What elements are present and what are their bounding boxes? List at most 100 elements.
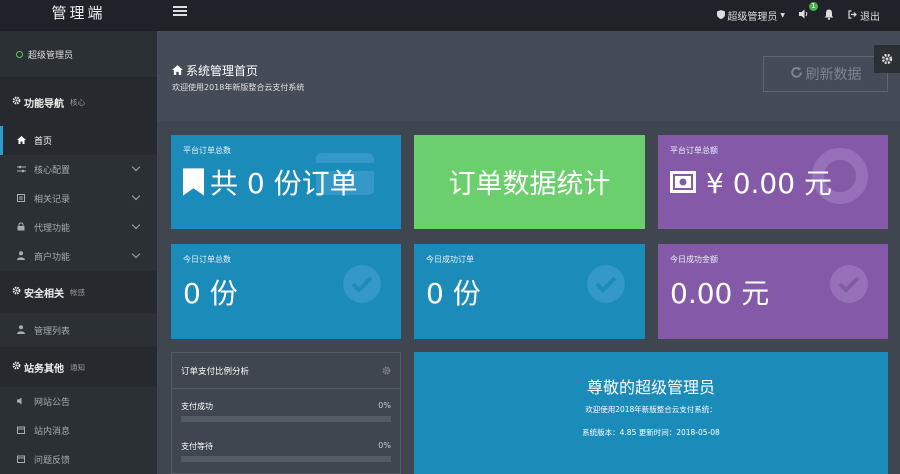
refresh-icon: [790, 66, 803, 83]
progress-label: 支付成功: [181, 402, 213, 411]
card-value: 0.00 元: [670, 277, 770, 310]
home-icon: [172, 64, 183, 78]
sidebar-item-messages[interactable]: 站内消息: [0, 416, 157, 445]
volume-icon: [799, 9, 810, 22]
logout-label: 退出: [860, 12, 880, 23]
refresh-button[interactable]: 刷新数据: [763, 56, 888, 92]
sidebar-item-core-config[interactable]: 核心配置: [0, 155, 157, 184]
card-label: 平台订单总数: [183, 146, 231, 155]
menu-toggle-icon[interactable]: [173, 6, 187, 17]
notification-button[interactable]: 1: [799, 2, 818, 22]
sidebar-item-label: 相关记录: [34, 195, 71, 205]
check-circle-icon: [587, 265, 625, 303]
sidebar-item-label: 问题反馈: [34, 456, 71, 466]
total-orders-card[interactable]: 平台订单总数 共 0 份订单: [171, 135, 401, 229]
version-info: 系统版本：4.85 更新时间：2018-05-08: [582, 428, 720, 437]
gear-icon: [12, 361, 21, 373]
logout-icon: [848, 9, 857, 22]
sidebar-item-records[interactable]: 相关记录: [0, 184, 157, 213]
section-title: 安全相关: [24, 288, 64, 300]
card-value: 0 份: [183, 277, 238, 310]
chevron-down-icon: [131, 220, 141, 230]
calendar-icon: [14, 426, 28, 436]
page-header: 系统管理首页 欢迎使用2018年新版整合云支付系统 刷新数据: [157, 31, 900, 121]
card-label: 今日成功金额: [670, 255, 718, 264]
caret-down-icon: ▼: [780, 12, 785, 19]
gear-icon[interactable]: [382, 366, 391, 378]
bell-button[interactable]: [824, 9, 834, 23]
sidebar: 超级管理员 功能导航 核心 首页 核心配置 相关记录 代理功能 商户功能 安全相…: [0, 31, 157, 474]
sidebar-item-admin-list[interactable]: 管理列表: [0, 313, 157, 347]
card-value: 共 0 份订单: [183, 162, 358, 202]
sidebar-user-name: 超级管理员: [28, 50, 74, 61]
sidebar-item-label: 网站公告: [34, 398, 71, 408]
bell-icon: [824, 9, 834, 23]
sidebar-section-security: 安全相关 帐感: [0, 271, 157, 313]
section-subtitle: 核心: [70, 97, 85, 107]
card-value-text: 共 0 份订单: [210, 167, 358, 200]
sidebar-item-label: 商户功能: [34, 253, 71, 263]
user-menu[interactable]: 超级管理员 ▼: [717, 8, 785, 23]
notification-badge: 1: [809, 2, 818, 11]
progress-bar: [181, 416, 391, 422]
sidebar-item-label: 首页: [34, 137, 53, 147]
sidebar-item-label: 站内消息: [34, 427, 71, 437]
today-orders-card[interactable]: 今日订单总数 0 份: [171, 244, 401, 339]
sidebar-item-label: 管理列表: [34, 326, 71, 337]
progress-percent: 0%: [378, 401, 391, 410]
welcome-title: 尊敬的超级管理员: [586, 378, 715, 397]
list-icon: [14, 193, 28, 204]
settings-toggle-button[interactable]: [874, 45, 900, 73]
sidebar-section-nav: 功能导航 核心: [0, 78, 157, 126]
card-value: 0 份: [426, 277, 481, 310]
shield-icon: [717, 9, 726, 22]
top-navbar: 管理端 超级管理员 ▼ 1 退出: [0, 0, 900, 31]
bookmark-icon: [183, 168, 204, 196]
panel-header: 订单支付比例分析: [172, 353, 400, 389]
sidebar-section-other: 站务其他 通知: [0, 347, 157, 387]
page-title: 系统管理首页: [172, 62, 258, 79]
gear-icon: [12, 96, 21, 108]
section-title: 站务其他: [24, 363, 64, 375]
sidebar-item-agent[interactable]: 代理功能: [0, 213, 157, 242]
progress-bar: [181, 456, 391, 462]
card-label: 今日成功订单: [426, 255, 474, 264]
check-circle-icon: [343, 265, 381, 303]
card-value: ¥ 0.00 元: [670, 162, 832, 202]
welcome-line: 欢迎使用2018年新版整合云支付系统：: [585, 405, 717, 414]
volume-icon: [14, 396, 28, 407]
page-title-text: 系统管理首页: [186, 64, 259, 78]
card-label: 平台订单总额: [670, 146, 718, 155]
today-success-card[interactable]: 今日成功订单 0 份: [414, 244, 645, 339]
card-label: 今日订单总数: [183, 255, 231, 264]
user-menu-label: 超级管理员: [727, 12, 778, 23]
order-stats-card[interactable]: 订单数据统计: [414, 135, 645, 229]
progress-row-pending: 支付等待 0%: [172, 429, 400, 469]
total-amount-card[interactable]: 平台订单总额 ¥ 0.00 元: [658, 135, 888, 229]
money-icon: [670, 171, 696, 193]
sidebar-item-label: 代理功能: [34, 224, 71, 234]
section-subtitle: 通知: [70, 362, 85, 372]
payment-ratio-panel: 订单支付比例分析 支付成功 0% 支付等待 0%: [171, 352, 401, 474]
home-icon: [14, 135, 28, 146]
section-title: 功能导航: [24, 98, 64, 110]
sidebar-item-home[interactable]: 首页: [0, 126, 157, 155]
lock-icon: [14, 222, 28, 233]
main-content: 系统管理首页 欢迎使用2018年新版整合云支付系统 刷新数据 平台订单总数 共 …: [157, 31, 900, 474]
sidebar-item-merchant[interactable]: 商户功能: [0, 242, 157, 271]
section-subtitle: 帐感: [70, 287, 85, 297]
page-subtitle: 欢迎使用2018年新版整合云支付系统: [172, 83, 305, 92]
refresh-label: 刷新数据: [805, 67, 862, 83]
calendar-icon: [14, 455, 28, 465]
logout-button[interactable]: 退出: [848, 8, 880, 23]
sidebar-item-announcement[interactable]: 网站公告: [0, 387, 157, 416]
sidebar-user[interactable]: 超级管理员: [0, 31, 157, 78]
chevron-down-icon: [131, 191, 141, 201]
chevron-down-icon: [131, 249, 141, 259]
check-circle-icon: [830, 265, 868, 303]
today-money-card[interactable]: 今日成功金额 0.00 元: [658, 244, 888, 339]
sidebar-item-feedback[interactable]: 问题反馈: [0, 445, 157, 474]
gear-icon: [12, 286, 21, 298]
online-status-icon: [16, 50, 23, 58]
brand-logo[interactable]: 管理端: [0, 0, 157, 31]
